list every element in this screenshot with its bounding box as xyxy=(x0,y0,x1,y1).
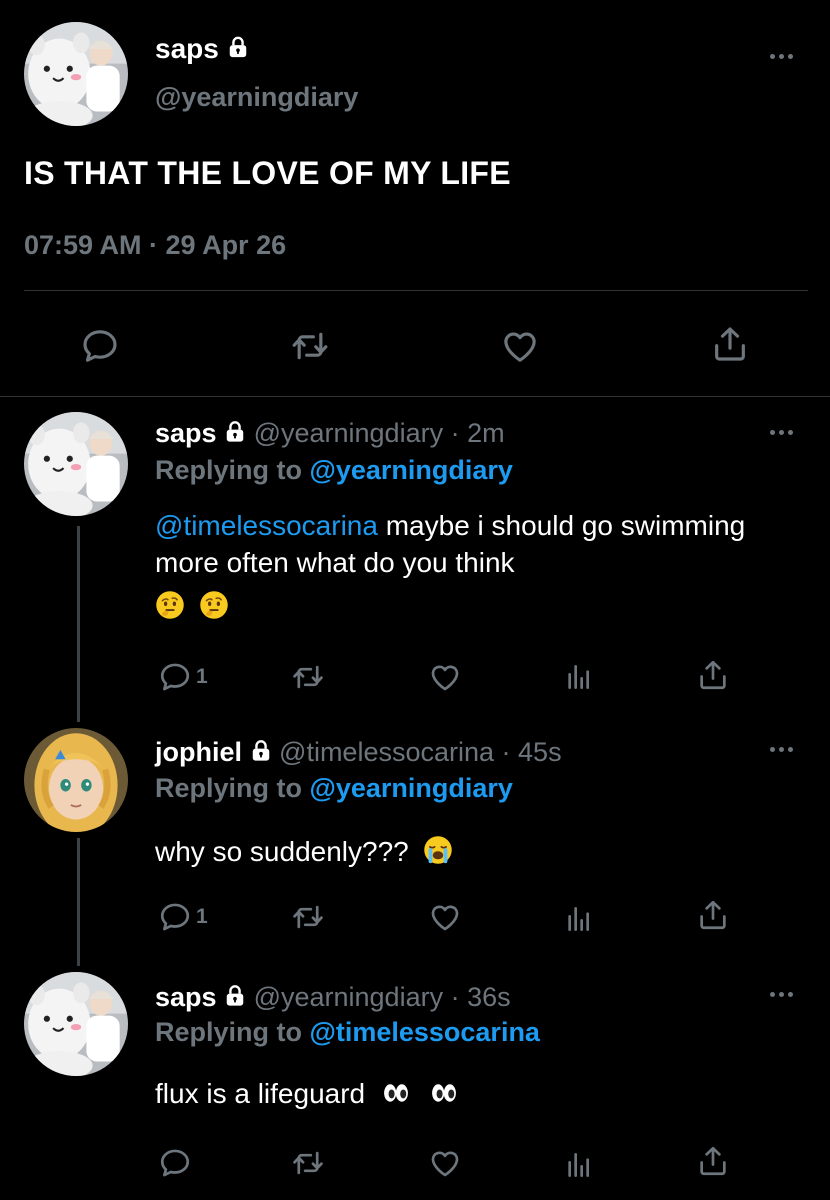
thread-line xyxy=(77,838,80,966)
share-icon xyxy=(696,658,730,692)
more-icon[interactable] xyxy=(770,54,793,59)
thinking-face-emoji xyxy=(155,590,185,620)
reply-time[interactable]: · 2m xyxy=(451,418,505,448)
user-handle[interactable]: @yearningdiary xyxy=(254,982,444,1012)
eyes-emoji xyxy=(427,1079,461,1107)
display-name[interactable]: saps xyxy=(155,982,217,1012)
divider xyxy=(0,396,830,397)
reply-icon xyxy=(158,1146,192,1180)
reply-icon xyxy=(158,900,192,934)
reply-text-body: why so suddenly??? xyxy=(155,836,409,867)
like-icon xyxy=(428,660,462,694)
divider xyxy=(24,290,808,291)
like-icon xyxy=(500,326,540,366)
like-button[interactable] xyxy=(428,1146,462,1180)
avatar[interactable] xyxy=(24,972,128,1076)
retweet-icon xyxy=(290,900,326,934)
loudly-crying-face-emoji xyxy=(423,835,453,865)
thread-line xyxy=(77,526,80,722)
replying-label: Replying to xyxy=(155,455,302,485)
reply-button[interactable]: 1 xyxy=(158,660,208,694)
analytics-icon xyxy=(563,660,595,694)
reply-icon xyxy=(80,326,120,366)
retweet-icon xyxy=(290,1146,326,1180)
retweet-icon xyxy=(289,326,331,366)
like-button[interactable] xyxy=(428,900,462,934)
retweet-button[interactable] xyxy=(289,326,331,366)
lock-icon xyxy=(224,983,246,1008)
replying-to-link[interactable]: @timelessocarina xyxy=(310,1017,540,1047)
more-icon[interactable] xyxy=(770,747,793,752)
like-button[interactable] xyxy=(500,326,540,366)
retweet-button[interactable] xyxy=(290,900,326,934)
replying-label: Replying to xyxy=(155,1017,302,1047)
user-handle[interactable]: @yearningdiary xyxy=(254,418,444,448)
replying-to-link[interactable]: @yearningdiary xyxy=(310,773,513,803)
reply-button[interactable] xyxy=(158,1146,192,1180)
avatar[interactable] xyxy=(24,412,128,516)
reply-count: 1 xyxy=(196,665,208,688)
like-button[interactable] xyxy=(428,660,462,694)
reply-time[interactable]: · 36s xyxy=(451,982,511,1012)
thinking-face-emoji xyxy=(199,590,229,620)
eyes-emoji xyxy=(379,1079,413,1107)
like-icon xyxy=(428,1146,462,1180)
analytics-button[interactable] xyxy=(563,660,595,694)
reply-button[interactable]: 1 xyxy=(158,900,208,934)
avatar[interactable] xyxy=(24,22,128,126)
reply-time[interactable]: · 45s xyxy=(502,737,562,767)
share-button[interactable] xyxy=(696,898,730,932)
lock-icon xyxy=(224,419,246,444)
share-icon xyxy=(696,898,730,932)
analytics-icon xyxy=(563,1148,595,1182)
more-icon[interactable] xyxy=(770,430,793,435)
retweet-button[interactable] xyxy=(290,660,326,694)
share-button[interactable] xyxy=(696,1144,730,1178)
reply-text-body: flux is a lifeguard xyxy=(155,1078,366,1109)
user-handle[interactable]: @yearningdiary xyxy=(155,82,358,113)
retweet-button[interactable] xyxy=(290,1146,326,1180)
share-button[interactable] xyxy=(710,324,750,364)
analytics-icon xyxy=(563,902,595,936)
tweet-text: IS THAT THE LOVE OF MY LIFE xyxy=(24,155,511,191)
share-button[interactable] xyxy=(696,658,730,692)
retweet-icon xyxy=(290,660,326,694)
avatar[interactable] xyxy=(24,728,128,832)
share-icon xyxy=(710,324,750,364)
reply-count: 1 xyxy=(196,905,208,928)
display-name[interactable]: saps xyxy=(155,33,219,64)
mention-link[interactable]: @timelessocarina xyxy=(155,510,378,541)
share-icon xyxy=(696,1144,730,1178)
reply-text: @timelessocarina maybe i should go swimm… xyxy=(155,507,795,581)
replying-label: Replying to xyxy=(155,773,302,803)
like-icon xyxy=(428,900,462,934)
lock-icon xyxy=(250,738,272,763)
lock-icon xyxy=(227,34,249,60)
more-icon[interactable] xyxy=(770,992,793,997)
reply-button[interactable] xyxy=(80,326,120,366)
analytics-button[interactable] xyxy=(563,902,595,936)
display-name[interactable]: saps xyxy=(155,418,217,448)
reply-icon xyxy=(158,660,192,694)
tweet-timestamp[interactable]: 07:59 AM · 29 Apr 26 xyxy=(24,230,286,261)
replying-to-link[interactable]: @yearningdiary xyxy=(310,455,513,485)
display-name[interactable]: jophiel xyxy=(155,737,242,767)
user-handle[interactable]: @timelessocarina xyxy=(279,737,494,767)
analytics-button[interactable] xyxy=(563,1148,595,1182)
